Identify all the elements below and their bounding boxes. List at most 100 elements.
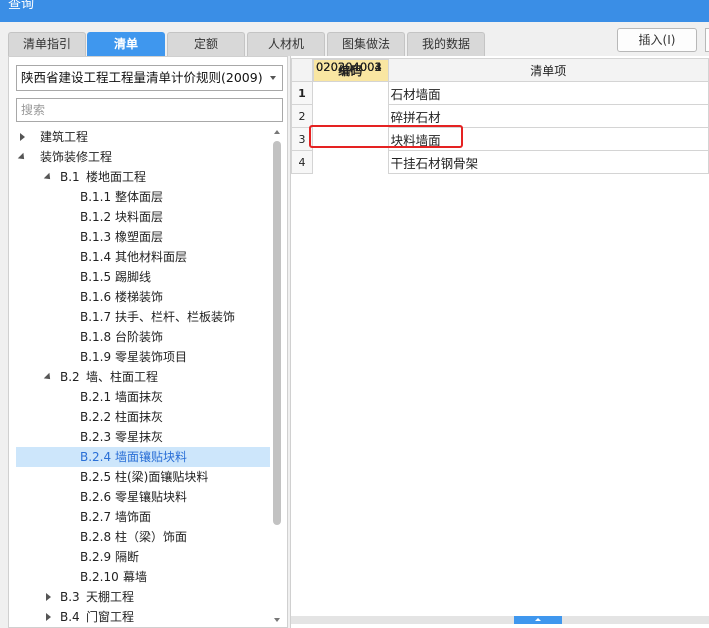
row-name[interactable]: 干挂石材钢骨架 [387, 150, 709, 174]
row-name[interactable]: 碎拼石材 [387, 104, 709, 128]
tree-item[interactable]: B.2.5 柱(梁)面镶贴块料 [16, 467, 270, 487]
scroll-down-icon[interactable] [274, 618, 280, 622]
tab-labor-materials[interactable]: 人材机 [247, 32, 325, 56]
expand-open-icon[interactable] [43, 167, 54, 187]
chevron-up-icon [535, 618, 541, 621]
tree-item-code: B.1.4 [80, 250, 112, 264]
tab-list-guide[interactable]: 清单指引 [8, 32, 86, 56]
insert-button[interactable]: 插入(I) [617, 28, 697, 52]
tree-item-label: 隔断 [115, 550, 140, 564]
tree-item-label: 踢脚线 [115, 270, 152, 284]
tree-item-code: B.1.9 [80, 350, 112, 364]
tree-item[interactable]: B.1.2 块料面层 [16, 207, 270, 227]
tree-item-label: 柱（梁）饰面 [115, 530, 188, 544]
tree-item-code: B.2 [60, 370, 80, 384]
tree-item-code: B.2.1 [80, 390, 112, 404]
tree-item[interactable]: B.1.6 楼梯装饰 [16, 287, 270, 307]
table-row[interactable]: 2 020204002 碎拼石材 [291, 58, 709, 128]
tree-item[interactable]: B.2.6 零星镶贴块料 [16, 487, 270, 507]
expand-closed-icon[interactable] [44, 587, 54, 607]
tree-item[interactable]: B.2.9 隔断 [16, 547, 270, 567]
tab-quota[interactable]: 定额 [167, 32, 245, 56]
tree-item[interactable]: B.2.3 零星抹灰 [16, 427, 270, 447]
expand-closed-icon[interactable] [44, 607, 54, 627]
row-index: 1 [291, 81, 313, 105]
tree-item[interactable]: B.1.5 踢脚线 [16, 267, 270, 287]
tree-item-label: 墙饰面 [115, 510, 152, 524]
tab-my-data[interactable]: 我的数据 [407, 32, 485, 56]
tab-bar: 清单指引 清单 定额 人材机 图集做法 我的数据 插入(I) [0, 22, 709, 56]
column-header-item[interactable]: 清单项 [387, 58, 709, 82]
table-row[interactable]: 3 020204003 块料墙面 [291, 58, 709, 151]
tree-item-code: B.1 [60, 170, 80, 184]
tree-item[interactable]: B.1 楼地面工程 [16, 167, 270, 187]
tree-item-label: 墙、柱面工程 [86, 370, 159, 384]
tree-item-code: B.2.10 [80, 570, 119, 584]
tree-item[interactable]: 建筑工程 [16, 127, 270, 147]
tab-atlas-methods[interactable]: 图集做法 [327, 32, 405, 56]
horizontal-scrollbar[interactable] [291, 616, 709, 624]
tree-item-code: B.2.3 [80, 430, 112, 444]
tree-item[interactable]: B.2 墙、柱面工程 [16, 367, 270, 387]
tree-item-label: 楼地面工程 [86, 170, 147, 184]
tree-item-label: 建筑工程 [40, 130, 89, 144]
search-input[interactable] [16, 98, 283, 122]
tree-item[interactable]: B.2.2 柱面抹灰 [16, 407, 270, 427]
tree-item[interactable]: B.2.1 墙面抹灰 [16, 387, 270, 407]
tree-item[interactable]: B.1.4 其他材料面层 [16, 247, 270, 267]
tree-item-label: 台阶装饰 [115, 330, 164, 344]
splitter-grip[interactable] [514, 616, 562, 624]
row-index: 3 [291, 127, 313, 151]
tree-item-label: 柱(梁)面镶贴块料 [115, 470, 209, 484]
tree-item-label: 幕墙 [123, 570, 148, 584]
expand-open-icon[interactable] [17, 147, 28, 167]
row-name[interactable]: 石材墙面 [387, 81, 709, 105]
tree-item-code: B.4 [60, 610, 80, 624]
tree-item[interactable]: B.2.8 柱（梁）饰面 [16, 527, 270, 547]
partial-button[interactable] [705, 28, 709, 52]
tree-item[interactable]: B.1.1 整体面层 [16, 187, 270, 207]
tree-item[interactable]: B.2.10 幕墙 [16, 567, 270, 587]
table-row[interactable]: 4 020204004 干挂石材钢骨架 [291, 58, 709, 174]
expand-open-icon[interactable] [43, 367, 54, 387]
window-title-bar: 查询 [0, 0, 709, 22]
tree-item-label: 楼梯装饰 [115, 290, 164, 304]
rule-select[interactable]: 陕西省建设工程工程量清单计价规则(2009) [16, 65, 283, 91]
tree-item-code: B.1.1 [80, 190, 112, 204]
tree-item-code: B.1.5 [80, 270, 112, 284]
tab-list[interactable]: 清单 [87, 32, 165, 56]
tree-item-code: B.1.8 [80, 330, 112, 344]
tree-item[interactable]: B.4 门窗工程 [16, 607, 270, 627]
tree-item-label: 零星装饰项目 [115, 350, 188, 364]
expand-closed-icon[interactable] [18, 127, 28, 147]
row-code[interactable]: 020204004 [312, 58, 389, 82]
tree-item[interactable]: B.1.8 台阶装饰 [16, 327, 270, 347]
chevron-down-icon [270, 76, 276, 80]
tree-item-code: B.2.2 [80, 410, 112, 424]
scroll-up-icon[interactable] [274, 130, 280, 134]
window-title: 查询 [8, 0, 35, 12]
tree-item[interactable]: B.1.7 扶手、栏杆、栏板装饰 [16, 307, 270, 327]
tree-item-code: B.2.4 [80, 450, 112, 464]
tree-item[interactable]: 装饰装修工程 [16, 147, 270, 167]
tree-item[interactable]: B.3 天棚工程 [16, 587, 270, 607]
row-name[interactable]: 块料墙面 [387, 127, 709, 151]
tree-item-label: 块料面层 [115, 210, 164, 224]
tree-item-label: 其他材料面层 [115, 250, 188, 264]
tree-item[interactable]: B.2.7 墙饰面 [16, 507, 270, 527]
tree-item[interactable]: B.2.4 墙面镶贴块料 [16, 447, 270, 467]
row-index: 4 [291, 150, 313, 174]
tree-item[interactable]: B.1.9 零星装饰项目 [16, 347, 270, 367]
list-panel: 编码 清单项 1 020204001 石材墙面 2 020204002 碎拼石材… [290, 56, 709, 628]
tree-item[interactable]: B.1.3 橡塑面层 [16, 227, 270, 247]
tree-scrollbar[interactable] [271, 127, 283, 625]
tree-item-label: 装饰装修工程 [40, 150, 113, 164]
tree-item-label: 扶手、栏杆、栏板装饰 [115, 310, 236, 324]
table-row[interactable]: 1 020204001 石材墙面 [291, 58, 709, 105]
tree-item-code: B.1.2 [80, 210, 112, 224]
tree-item-label: 零星抹灰 [115, 430, 164, 444]
scroll-thumb[interactable] [273, 141, 281, 525]
tree-item-code: B.2.9 [80, 550, 112, 564]
left-panel: 陕西省建设工程工程量清单计价规则(2009) 建筑工程装饰装修工程 B.1 楼地面工… [8, 56, 288, 628]
tree-item-code: B.1.3 [80, 230, 112, 244]
